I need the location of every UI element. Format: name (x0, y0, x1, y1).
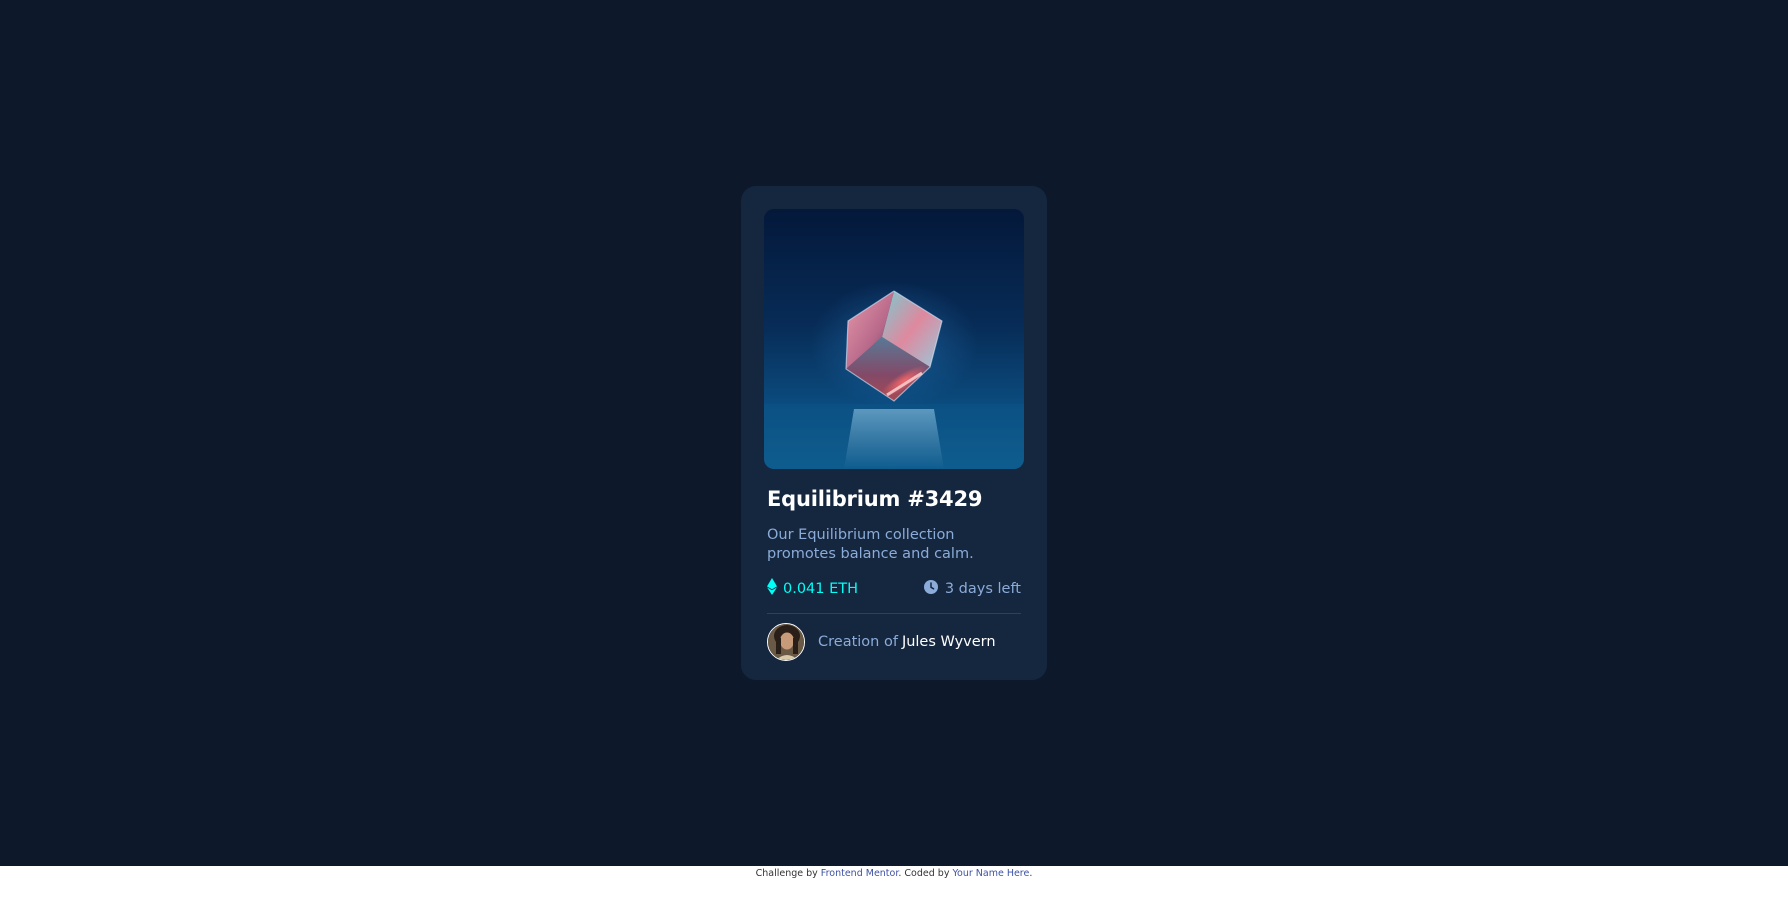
nft-card: Equilibrium #3429 Our Equilibrium collec… (741, 186, 1047, 680)
price-value: 0.041 ETH (783, 580, 859, 597)
attribution-prefix: Challenge by (755, 868, 818, 879)
price-group: 0.041 ETH (767, 578, 858, 599)
creator-row: Creation of Jules Wyvern (767, 623, 1024, 661)
creator-text: Creation of Jules Wyvern (818, 634, 996, 650)
creator-name-link[interactable]: Jules Wyvern (902, 634, 996, 650)
nft-description: Our Equilibrium collection promotes bala… (767, 527, 974, 562)
nft-title[interactable]: Equilibrium #3429 (767, 487, 1024, 511)
nft-image[interactable] (764, 209, 1024, 469)
avatar (767, 623, 805, 661)
nft-meta: 0.041 ETH 3 days left (767, 578, 1021, 599)
frontend-mentor-link[interactable]: Frontend Mentor (821, 868, 899, 879)
time-left: 3 days left (944, 580, 1021, 597)
clock-icon (923, 579, 938, 598)
attribution-footer: Challenge by Frontend Mentor. Coded by Y… (0, 866, 1788, 879)
creator-prefix: Creation of (818, 634, 898, 650)
card-divider (767, 613, 1021, 614)
ethereum-icon (767, 578, 777, 599)
time-group: 3 days left (923, 579, 1021, 598)
attribution-suffix: . (1029, 868, 1033, 879)
page-background: Equilibrium #3429 Our Equilibrium collec… (0, 0, 1788, 866)
attribution-middle: . Coded by (898, 868, 950, 879)
cube-illustration (764, 290, 1024, 469)
author-link[interactable]: Your Name Here (952, 868, 1029, 879)
